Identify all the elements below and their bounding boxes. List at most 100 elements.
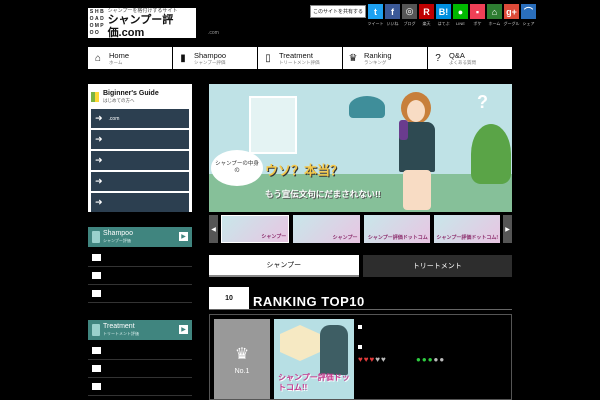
domain-label: .com bbox=[208, 30, 219, 36]
social-label: ブログ bbox=[403, 21, 416, 26]
nav-label: Q&A bbox=[449, 50, 465, 60]
tab-shampoo[interactable]: シャンプー bbox=[209, 255, 359, 277]
list-item[interactable] bbox=[88, 378, 192, 396]
page: SHBOADOMPOO シャンプーを格付けするサイト シャンプー評価.com .… bbox=[0, 0, 600, 400]
list-item[interactable] bbox=[88, 360, 192, 378]
list-item[interactable] bbox=[88, 249, 192, 267]
logo-letter: D bbox=[100, 16, 104, 22]
bullet-icon bbox=[358, 325, 362, 329]
main-nav: ⌂ Home ホーム ▮ Shampoo シャンプー評価 ▯ Treatment トリートメント… bbox=[88, 47, 512, 69]
arrow-right-icon: ➜ bbox=[95, 176, 103, 186]
slider-prev-button[interactable]: ◀ bbox=[209, 215, 218, 243]
treatment-cat-sub: トリートメント評価 bbox=[103, 331, 139, 336]
social-label: LINE bbox=[456, 21, 465, 26]
social-button[interactable]: g+ グーグル bbox=[504, 4, 520, 27]
social-button[interactable]: ▪ ポケ bbox=[470, 4, 485, 27]
nav-item-treatment[interactable]: ▯ Treatment トリートメント評価 bbox=[258, 47, 342, 69]
line-icon: ● bbox=[453, 4, 468, 19]
share-label: このサイトを共有する bbox=[310, 5, 366, 18]
heart-icon: ♥ bbox=[369, 355, 375, 364]
nav-item-qa[interactable]: ? Q&A よくある質問 bbox=[428, 47, 512, 69]
guide-item[interactable]: ➜ bbox=[91, 151, 189, 170]
social-label: いいね bbox=[386, 21, 399, 26]
arrow-right-icon: ➜ bbox=[95, 113, 103, 123]
slider-thumbnail[interactable]: シャンプー評価ドットコム! bbox=[433, 215, 500, 243]
nav-item-shampoo[interactable]: ▮ Shampoo シャンプー評価 bbox=[173, 47, 257, 69]
tube-icon: ▯ bbox=[265, 52, 271, 64]
social-button[interactable]: ⌒ シェア bbox=[521, 4, 536, 27]
social-button[interactable]: ◎ ブログ bbox=[402, 4, 417, 27]
heart-icon: ♥ bbox=[363, 355, 369, 364]
expand-arrow-icon[interactable]: ▶ bbox=[179, 232, 188, 241]
dot-icon: ● bbox=[416, 355, 421, 364]
slider-thumbnail[interactable]: シャンプー bbox=[293, 215, 360, 243]
googleplus-icon: g+ bbox=[504, 4, 519, 19]
logo-title: シャンプー評価.com bbox=[107, 13, 174, 39]
beginner-mark-icon bbox=[91, 92, 99, 102]
social-label: ツイート bbox=[367, 21, 384, 26]
list-item[interactable] bbox=[88, 267, 192, 285]
tab-treatment[interactable]: トリートメント bbox=[362, 255, 512, 277]
social-button[interactable]: R 楽天 bbox=[419, 4, 434, 27]
social-button[interactable]: ⌂ ホーム bbox=[487, 4, 502, 27]
site-logo[interactable]: SHBOADOMPOO シャンプーを格付けするサイト シャンプー評価.com bbox=[88, 8, 196, 39]
sidebar-treatment-header[interactable]: Treatment トリートメント評価 ▶ bbox=[88, 320, 192, 340]
social-button[interactable]: ● LINE bbox=[453, 4, 468, 27]
social-label: ホーム bbox=[488, 21, 501, 26]
social-button[interactable]: t ツイート bbox=[367, 4, 384, 27]
guide-item-label: .com bbox=[108, 115, 120, 122]
nav-label: Ranking bbox=[364, 50, 392, 60]
social-label: ポケ bbox=[473, 21, 482, 26]
thumbnail-icon bbox=[92, 290, 101, 297]
ranking-card[interactable]: ♛ No.1 シャンプー評価ドットコム!! ♥ ♥ ♥ ♥ ♥ ● ● ● ● ● bbox=[209, 314, 512, 400]
logo-mark: SHBOADOMPOO bbox=[88, 8, 106, 38]
guide-item[interactable]: ➜ bbox=[91, 130, 189, 149]
nav-label: Treatment bbox=[279, 50, 313, 60]
slider-thumbnail[interactable]: シャンプー bbox=[221, 215, 290, 243]
divider bbox=[209, 309, 512, 310]
sidebar-shampoo-header[interactable]: Shampoo シャンプー評価 ▶ bbox=[88, 227, 192, 247]
slider-next-button[interactable]: ▶ bbox=[503, 215, 512, 243]
nav-item-home[interactable]: ⌂ Home ホーム bbox=[88, 47, 172, 69]
guide-item[interactable]: ➜ .com bbox=[91, 109, 189, 128]
dot-icon: ● bbox=[433, 355, 439, 364]
slider-thumbnail[interactable]: シャンプー評価ドットコム bbox=[363, 215, 430, 243]
guide-subtitle: はじめての方へ bbox=[103, 98, 135, 103]
nav-item-ranking[interactable]: ♛ Ranking ランキング bbox=[343, 47, 427, 69]
rating-meter: ♥ ♥ ♥ ♥ ♥ bbox=[358, 355, 402, 365]
dot-icon: ● bbox=[427, 355, 433, 364]
tube-icon bbox=[92, 324, 100, 336]
logo-letter: B bbox=[100, 9, 104, 15]
slider-thumbnails: ◀ シャンプー シャンプー シャンプー評価ドットコム シャンプー評価ドットコム! ▶ bbox=[209, 215, 512, 243]
social-label: はてぶ bbox=[437, 21, 450, 26]
home-icon: ⌂ bbox=[487, 4, 502, 19]
crown-icon: ♛ bbox=[234, 345, 250, 363]
thumbnail-icon bbox=[92, 365, 101, 372]
window-illustration bbox=[249, 96, 297, 154]
ranking-heading: 10 RANKING TOP10 bbox=[209, 287, 365, 309]
treatment-sub-list bbox=[88, 342, 192, 396]
ranking-title: RANKING TOP10 bbox=[253, 294, 365, 309]
nav-sublabel: ランキング bbox=[364, 59, 387, 65]
social-button[interactable]: B! はてぶ bbox=[436, 4, 451, 27]
guide-item[interactable]: ➜ bbox=[91, 193, 189, 212]
shampoo-bottle-icon bbox=[399, 120, 408, 140]
plant-illustration bbox=[471, 124, 511, 184]
nav-label: Home bbox=[109, 50, 130, 60]
list-item[interactable] bbox=[88, 285, 192, 303]
social-button[interactable]: f いいね bbox=[385, 4, 400, 27]
hero-banner[interactable]: ? シャンプーの中身の ウソ？本当？ もう宣伝文句にだまされない!! bbox=[209, 84, 512, 212]
rating-group: ♥ ♥ ♥ ♥ ♥ ● ● ● ● ● bbox=[358, 355, 460, 365]
house-icon: ⌂ bbox=[94, 52, 102, 64]
rating-meter: ● ● ● ● ● bbox=[416, 355, 460, 365]
rank-label: No.1 bbox=[234, 367, 250, 375]
expand-arrow-icon[interactable]: ▶ bbox=[179, 325, 188, 334]
woman-illustration bbox=[320, 325, 348, 375]
social-label: シェア bbox=[522, 21, 535, 26]
blog-icon: ◎ bbox=[402, 4, 417, 19]
product-image[interactable]: シャンプー評価ドットコム!! bbox=[274, 319, 354, 399]
guide-item[interactable]: ➜ bbox=[91, 172, 189, 191]
social-buttons: t ツイート f いいね ◎ ブログ R 楽天 B! はてぶ ● LINE ▪ ポケ ⌂ ホーム g+ グーグル ⌒… bbox=[368, 4, 536, 27]
list-item[interactable] bbox=[88, 342, 192, 360]
logo-letter bbox=[99, 30, 104, 37]
